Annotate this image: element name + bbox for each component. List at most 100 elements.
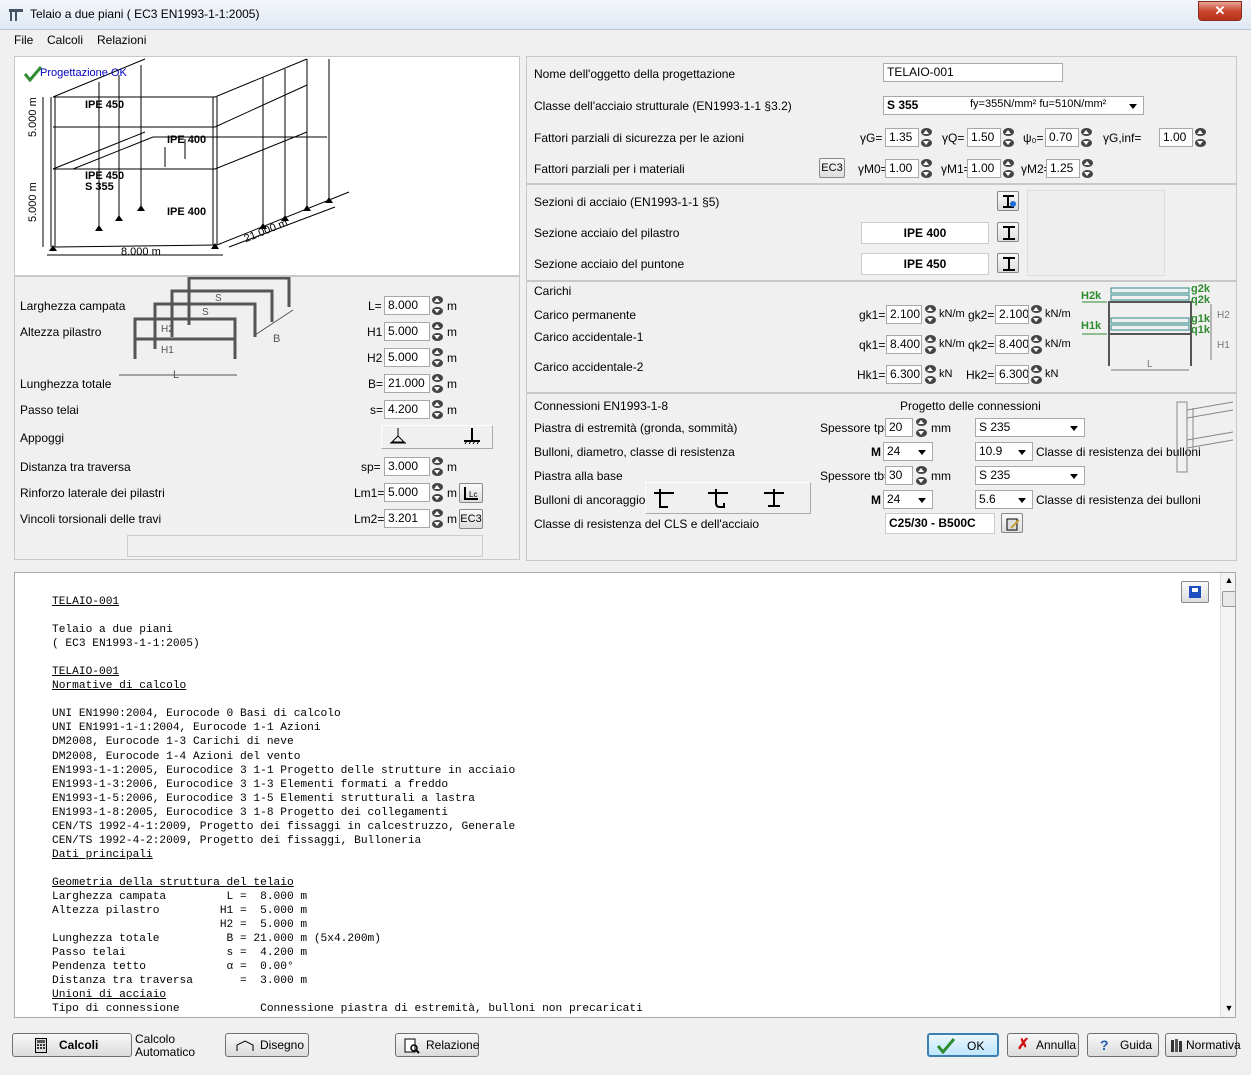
relazione-button[interactable]: Relazione [395,1033,479,1057]
gamma-m1-spinner[interactable] [1002,159,1015,178]
anchor-class-select[interactable]: 5.6 [975,490,1033,509]
menu-file[interactable]: File [14,33,33,47]
label-material-factors: Fattori parziali per i materiali [534,162,685,176]
label-total-length: Lunghezza totale [20,377,112,391]
gamma-m2-spinner[interactable] [1081,159,1094,178]
total-length-spinner[interactable] [431,374,444,393]
bolt-diameter-select[interactable]: 24 [883,442,933,461]
gamma-q-spinner[interactable] [1002,128,1015,147]
total-length-input[interactable]: 21.000 [384,374,430,393]
anchor-plate-icon[interactable] [762,487,786,511]
calcoli-button[interactable]: Calcoli [12,1033,132,1057]
ok-button[interactable]: OK [927,1033,999,1057]
normativa-button[interactable]: Normativa [1165,1033,1241,1057]
menu-calcoli[interactable]: Calcoli [47,33,83,47]
end-plate-steel-select[interactable]: S 235 [975,418,1085,437]
i-beam-icon [1003,257,1015,271]
section-preview [1027,190,1165,276]
anchor-diameter-select[interactable]: 24 [883,490,933,509]
column-section-button[interactable] [997,222,1019,242]
base-plate-thickness-spinner[interactable] [915,466,928,485]
pinned-support-icon[interactable] [388,428,408,446]
fixed-support-icon[interactable] [462,428,482,446]
hk1-input[interactable]: 6.300 [886,365,922,384]
label-column-section: Sezione acciaio del pilastro [534,226,680,240]
gamma-g-spinner[interactable] [920,128,933,147]
object-name-input[interactable]: TELAIO-001 [883,63,1063,82]
section-help-button[interactable] [997,191,1019,211]
anchor-hook-icon[interactable] [652,487,676,511]
rafter-section-value[interactable]: IPE 450 [861,253,989,275]
rafter-section-button[interactable] [997,253,1019,273]
base-plate-thickness-input[interactable]: 30 [885,466,913,485]
scroll-thumb[interactable] [1222,591,1235,607]
report-title: Telaio a due piani [52,624,173,637]
psi0-input[interactable]: 0.70 [1045,128,1079,147]
qk2-input[interactable]: 8.400 [995,335,1029,354]
scroll-up-icon[interactable]: ▲ [1223,575,1235,589]
anchor-bent-icon[interactable] [706,487,730,511]
h2-input[interactable]: 5.000 [384,348,430,367]
scroll-down-icon[interactable]: ▼ [1223,1003,1235,1017]
gk1-spinner[interactable] [924,305,937,324]
span-width-input[interactable]: 8.000 [384,296,430,315]
end-plate-thickness-spinner[interactable] [915,418,928,437]
label-column-height: Altezza pilastro [20,325,102,339]
buckling-length-button[interactable]: Lc [459,483,483,503]
frame-spacing-spinner[interactable] [431,400,444,419]
close-button[interactable]: ✕ [1198,1,1242,21]
gamma-q-input[interactable]: 1.50 [967,128,1001,147]
hk2-input[interactable]: 6.300 [995,365,1029,384]
qk1-input[interactable]: 8.400 [886,335,922,354]
prefix-qk1: qk1= [859,338,886,352]
report-export-button[interactable] [1181,581,1209,603]
concrete-class-button[interactable] [1001,513,1023,533]
gamma-g-inf-spinner[interactable] [1194,128,1207,147]
concrete-class-value[interactable]: C25/30 - B500C [885,513,995,534]
unit-mm: mm [931,421,951,435]
gamma-m1-input[interactable]: 1.00 [967,159,1001,178]
h1-input[interactable]: 5.000 [384,322,430,341]
hk2-spinner[interactable] [1030,365,1043,384]
lateral-bracing-spinner[interactable] [431,483,444,502]
frame-spacing-input[interactable]: 4.200 [384,400,430,419]
info-bar [127,535,483,557]
bolt-class-select[interactable]: 10.9 [975,442,1033,461]
guida-button[interactable]: ? Guida [1087,1033,1159,1057]
annulla-button[interactable]: ✗ Annulla [1007,1033,1079,1057]
menu-relazioni[interactable]: Relazioni [97,33,146,47]
report-viewer[interactable]: TELAIO-001 Telaio a due piani ( EC3 EN19… [14,572,1236,1018]
gk2-input[interactable]: 2.100 [995,305,1029,324]
lateral-bracing-input[interactable]: 5.000 [384,483,430,502]
hk1-spinner[interactable] [924,365,937,384]
qk1-spinner[interactable] [924,335,937,354]
gk1-input[interactable]: 2.100 [886,305,922,324]
gamma-m2-input[interactable]: 1.25 [1046,159,1080,178]
gamma-g-input[interactable]: 1.35 [885,128,919,147]
column-section-value[interactable]: IPE 400 [861,222,989,244]
connections-title: Connessioni EN1993-1-8 [534,399,669,413]
psi0-spinner[interactable] [1080,128,1093,147]
beam-distance-input[interactable]: 3.000 [384,457,430,476]
gamma-g-inf-input[interactable]: 1.00 [1159,128,1193,147]
beam-distance-spinner[interactable] [431,457,444,476]
disegno-button[interactable]: Disegno [225,1033,309,1057]
h1-spinner[interactable] [431,322,444,341]
prefix-b: B= [368,377,384,391]
report-scrollbar[interactable]: ▲ ▼ [1220,573,1235,1017]
frame-3d-drawing [42,58,350,256]
ec3-torsion-button[interactable]: EC3 [459,509,483,529]
ec3-material-button[interactable]: EC3 [819,158,845,178]
span-width-spinner[interactable] [431,296,444,315]
gamma-m0-input[interactable]: 1.00 [885,159,919,178]
h2-spinner[interactable] [431,348,444,367]
base-plate-steel-select[interactable]: S 235 [975,466,1085,485]
gamma-m0-spinner[interactable] [920,159,933,178]
end-plate-thickness-input[interactable]: 20 [885,418,913,437]
label-live-load-2: Carico accidentale-2 [534,360,644,374]
gk2-spinner[interactable] [1030,305,1043,324]
torsional-restraints-input[interactable]: 3.201 [384,509,430,528]
qk2-spinner[interactable] [1030,335,1043,354]
torsional-restraints-spinner[interactable] [431,509,444,528]
steel-class-select[interactable]: S 355 fy=355N/mm² fu=510N/mm² [883,96,1144,115]
